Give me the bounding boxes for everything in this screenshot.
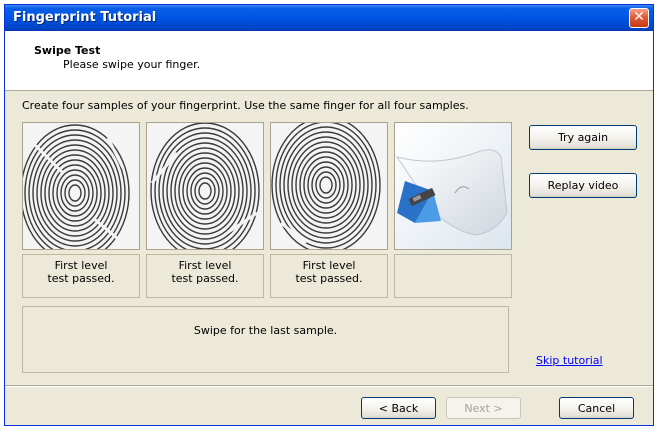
footer-divider: [5, 385, 653, 387]
caption-line: First level: [302, 259, 356, 272]
fingerprint-sample-1: [22, 122, 140, 250]
fingerprint-icon: [23, 123, 139, 249]
sample-2-caption: First level test passed.: [146, 254, 264, 298]
fingerprint-icon: [271, 123, 387, 249]
fingerprint-sample-2: [146, 122, 264, 250]
close-icon: ✕: [633, 9, 645, 25]
page-subtitle: Please swipe your finger.: [63, 58, 201, 71]
back-button[interactable]: < Back: [361, 397, 436, 419]
skip-tutorial-link[interactable]: Skip tutorial: [536, 354, 603, 367]
caption-line: test passed.: [47, 272, 115, 285]
title-bar[interactable]: Fingerprint Tutorial ✕: [5, 5, 653, 31]
fingerprint-sample-3: [270, 122, 388, 250]
caption-line: First level: [178, 259, 232, 272]
caption-line: test passed.: [295, 272, 363, 285]
swipe-sensor-icon: [395, 123, 511, 249]
swipe-demo-tile: [394, 122, 512, 250]
window-title: Fingerprint Tutorial: [13, 10, 157, 25]
sample-1-caption: First level test passed.: [22, 254, 140, 298]
caption-line: First level: [54, 259, 108, 272]
fingerprint-tutorial-dialog: Fingerprint Tutorial ✕ Swipe Test Please…: [4, 4, 654, 426]
fingerprint-icon: [147, 123, 263, 249]
sample-4-caption: [394, 254, 512, 298]
instructions-text: Create four samples of your fingerprint.…: [22, 99, 469, 112]
caption-line: test passed.: [171, 272, 239, 285]
wizard-header: Swipe Test Please swipe your finger.: [5, 31, 653, 91]
status-panel: Swipe for the last sample.: [22, 306, 509, 373]
next-button[interactable]: Next >: [446, 397, 521, 419]
try-again-button[interactable]: Try again: [529, 125, 637, 150]
cancel-button[interactable]: Cancel: [559, 397, 634, 419]
sample-3-caption: First level test passed.: [270, 254, 388, 298]
replay-video-button[interactable]: Replay video: [529, 173, 637, 198]
page-title: Swipe Test: [34, 44, 101, 57]
close-button[interactable]: ✕: [629, 8, 649, 28]
status-message: Swipe for the last sample.: [193, 324, 338, 337]
